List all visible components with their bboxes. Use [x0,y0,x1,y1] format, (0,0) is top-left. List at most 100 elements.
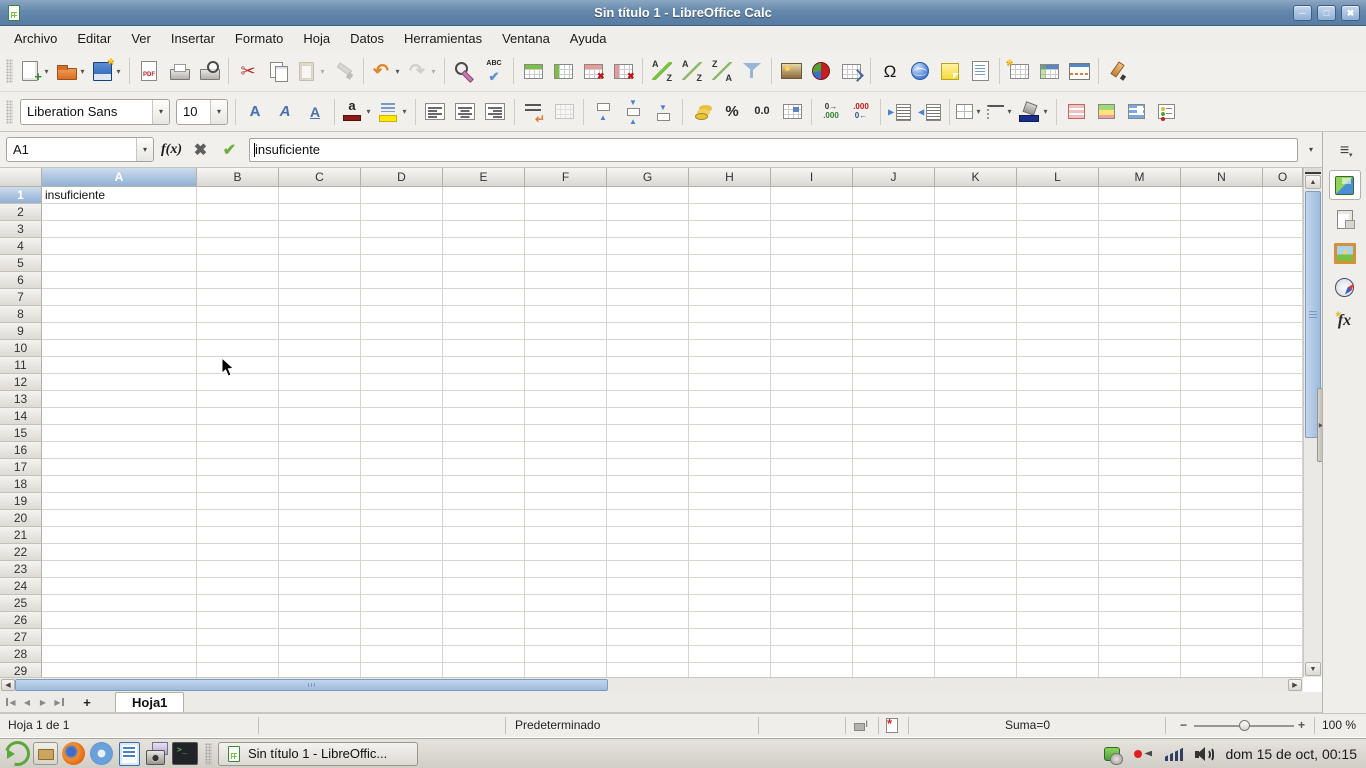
cell-F5[interactable] [525,255,607,272]
cell-I19[interactable] [771,493,853,510]
italic-button[interactable]: A [270,97,300,127]
scroll-up-button[interactable]: ▲ [1305,175,1321,189]
sort-button[interactable] [647,56,677,86]
cell-D7[interactable] [361,289,443,306]
cell-K6[interactable] [935,272,1017,289]
cell-E21[interactable] [443,527,525,544]
cell-O22[interactable] [1263,544,1303,561]
clock[interactable]: dom 15 de oct, 00:15 [1225,746,1357,762]
cell-B29[interactable] [197,663,279,677]
find-and-replace-button[interactable] [449,56,479,86]
cell-L12[interactable] [1017,374,1099,391]
insert-chart-button[interactable] [806,56,836,86]
row-header-21[interactable]: 21 [0,527,42,544]
cell-A19[interactable] [42,493,197,510]
cell-M24[interactable] [1099,578,1181,595]
cell-N27[interactable] [1181,629,1263,646]
cell-K12[interactable] [935,374,1017,391]
screen-recorder-icon[interactable] [1132,743,1154,765]
file-manager-launcher[interactable] [31,740,59,767]
autofilter-button[interactable] [737,56,767,86]
cell-J6[interactable] [853,272,935,289]
row-header-22[interactable]: 22 [0,544,42,561]
cell-O3[interactable] [1263,221,1303,238]
cell-C4[interactable] [279,238,361,255]
cell-O18[interactable] [1263,476,1303,493]
cell-C11[interactable] [279,357,361,374]
cell-N18[interactable] [1181,476,1263,493]
cell-D26[interactable] [361,612,443,629]
cell-M12[interactable] [1099,374,1181,391]
cell-D16[interactable] [361,442,443,459]
cell-O11[interactable] [1263,357,1303,374]
selection-sum[interactable]: Suma=0 [1005,714,1050,737]
cell-M17[interactable] [1099,459,1181,476]
cell-H5[interactable] [689,255,771,272]
cell-K17[interactable] [935,459,1017,476]
cell-K24[interactable] [935,578,1017,595]
app-launcher-launcher[interactable] [3,740,31,767]
cell-L1[interactable] [1017,187,1099,204]
cell-M27[interactable] [1099,629,1181,646]
cell-D12[interactable] [361,374,443,391]
cell-A24[interactable] [42,578,197,595]
insert-mode-icon[interactable] [854,719,868,731]
sidebar-settings-tab[interactable] [1329,136,1361,166]
cell-O26[interactable] [1263,612,1303,629]
cell-C2[interactable] [279,204,361,221]
minimize-button[interactable]: ─ [1293,4,1312,21]
cell-M4[interactable] [1099,238,1181,255]
cell-H23[interactable] [689,561,771,578]
hyperlink-button[interactable] [905,56,935,86]
cell-M25[interactable] [1099,595,1181,612]
menu-editar[interactable]: Editar [67,28,121,49]
column-header-I[interactable]: I [771,168,853,187]
cell-H13[interactable] [689,391,771,408]
scroll-left-button[interactable]: ◀ [1,679,15,691]
cell-I10[interactable] [771,340,853,357]
cell-O21[interactable] [1263,527,1303,544]
row-header-28[interactable]: 28 [0,646,42,663]
cell-C20[interactable] [279,510,361,527]
cell-M3[interactable] [1099,221,1181,238]
column-header-G[interactable]: G [607,168,689,187]
cell-D15[interactable] [361,425,443,442]
conditional-color-scale-button[interactable] [1091,97,1121,127]
cell-F15[interactable] [525,425,607,442]
select-all-corner[interactable] [0,168,42,187]
cell-G19[interactable] [607,493,689,510]
cell-M26[interactable] [1099,612,1181,629]
delete-row-button[interactable] [578,56,608,86]
row-header-2[interactable]: 2 [0,204,42,221]
insert-comment-button[interactable] [935,56,965,86]
cell-L8[interactable] [1017,306,1099,323]
cell-C1[interactable] [279,187,361,204]
cell-L24[interactable] [1017,578,1099,595]
cell-E11[interactable] [443,357,525,374]
column-header-E[interactable]: E [443,168,525,187]
cell-J20[interactable] [853,510,935,527]
cell-J24[interactable] [853,578,935,595]
cell-K19[interactable] [935,493,1017,510]
column-header-K[interactable]: K [935,168,1017,187]
cell-F23[interactable] [525,561,607,578]
menu-archivo[interactable]: Archivo [4,28,67,49]
freeze-rows-columns-button[interactable] [1034,56,1064,86]
cell-G24[interactable] [607,578,689,595]
cell-L17[interactable] [1017,459,1099,476]
horizontal-scrollbar[interactable]: ◀ ▶ [0,677,1303,692]
cell-O19[interactable] [1263,493,1303,510]
cell-I6[interactable] [771,272,853,289]
cell-L21[interactable] [1017,527,1099,544]
cell-K20[interactable] [935,510,1017,527]
menu-ver[interactable]: Ver [121,28,161,49]
cell-O24[interactable] [1263,578,1303,595]
cell-A7[interactable] [42,289,197,306]
cell-L2[interactable] [1017,204,1099,221]
cell-N1[interactable] [1181,187,1263,204]
cell-B18[interactable] [197,476,279,493]
cell-L11[interactable] [1017,357,1099,374]
cell-G11[interactable] [607,357,689,374]
save-dropdown-icon[interactable]: ▾ [114,67,123,76]
headers-and-footers-button[interactable] [965,56,995,86]
